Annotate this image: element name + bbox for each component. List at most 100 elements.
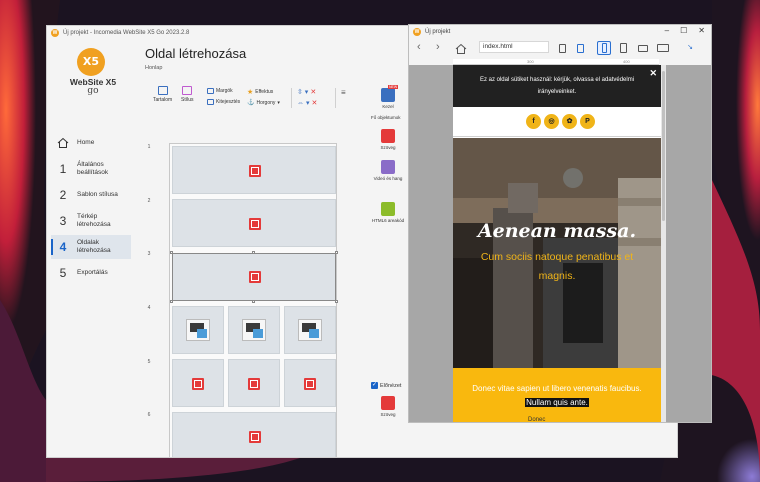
column-tools[interactable]: ⇔ ▾ ✕ (297, 99, 317, 107)
grid-cell[interactable] (284, 359, 336, 407)
grid-cell[interactable] (172, 412, 336, 457)
home-icon[interactable] (455, 43, 467, 55)
hero-section: Aenean massa. Cum sociis natoque penatib… (453, 138, 661, 368)
resize-handle[interactable] (335, 251, 338, 254)
tablet-view-icon[interactable] (635, 41, 649, 55)
grid-cell[interactable] (228, 359, 280, 407)
resize-handle[interactable] (252, 251, 255, 254)
scroll-thumb[interactable] (662, 71, 665, 221)
step-number: 3 (59, 214, 67, 228)
text-object-preview[interactable]: Szöveg (371, 396, 405, 417)
step-label: Térkép létrehozása (77, 213, 111, 228)
preview-scrollbar[interactable] (661, 65, 666, 422)
facebook-icon[interactable]: f (526, 114, 541, 129)
resize-arrows-icon[interactable]: ↘ (683, 41, 697, 55)
row-tools[interactable]: ⇳ ▾ ✕ (297, 88, 316, 96)
content-label: Tartalom (153, 97, 173, 103)
nav-step-5[interactable]: 5 Exportálás (51, 261, 131, 285)
edit-page-icon[interactable] (555, 41, 569, 55)
text-icon (248, 378, 260, 390)
step-number: 1 (59, 162, 67, 176)
manage-button[interactable]: NEW Kezel (371, 85, 405, 109)
video-object-icon (381, 160, 395, 174)
new-badge: NEW (388, 85, 399, 89)
instagram-icon[interactable]: ◎ (544, 114, 559, 129)
forward-arrow-icon[interactable]: › (436, 41, 440, 53)
nav-step-2[interactable]: 2 Sablon stílusa (51, 183, 131, 207)
step-label: Általános beállítások (77, 161, 109, 176)
html-object-label: HTML6 areakód (371, 218, 405, 223)
nav-step-1[interactable]: 1 Általános beállítások (51, 157, 131, 181)
close-icon[interactable]: ✕ (698, 26, 705, 35)
grid-cell[interactable] (172, 199, 336, 247)
text-object[interactable]: Szöveg (371, 129, 405, 150)
window-controls: – ☐ ✕ (665, 26, 705, 35)
step-label: Oldalak létrehozása (77, 239, 111, 254)
expand-icon (207, 99, 214, 105)
grid-cell[interactable] (172, 306, 224, 354)
checkmark-icon: ✓ (371, 382, 378, 389)
desktop-view-icon[interactable] (655, 41, 669, 55)
band-text: Donec vitae sapien ut libero venenatis f… (453, 382, 661, 410)
image-icon (186, 319, 210, 341)
cookie-close-icon[interactable]: ✕ (649, 68, 657, 79)
back-arrow-icon[interactable]: ‹ (417, 41, 421, 53)
preview-checkbox[interactable]: ✓ Előnézet (371, 382, 401, 389)
step-number: 4 (59, 240, 67, 254)
row-number: 5 (147, 359, 151, 365)
text-icon (249, 431, 261, 443)
cookie-text: Ez az oldal sütiket használ: kérjük, olv… (479, 77, 635, 95)
row-number: 2 (147, 198, 151, 204)
below-window-label: Donec (528, 417, 546, 423)
grid-cell[interactable] (172, 146, 336, 194)
image-icon (242, 319, 266, 341)
grid-cell[interactable] (284, 306, 336, 354)
phone-large-view-icon[interactable] (616, 41, 630, 55)
main-window-title: Új projekt - Incomedia WebSite X5 Go 202… (63, 30, 190, 36)
layout-button[interactable]: ≡ (341, 88, 346, 97)
app-icon: W (51, 29, 59, 37)
preview-window-title: Új projekt (425, 29, 451, 35)
maximize-icon[interactable]: ☐ (680, 26, 687, 35)
text-object-icon (381, 129, 395, 143)
resize-handle[interactable] (170, 300, 173, 303)
preview-window: W Új projekt – ☐ ✕ ‹ › index.html ↘ 300 … (408, 24, 712, 423)
edit-pencil-icon[interactable] (573, 41, 587, 55)
band-highlight: Nullam quis ante. (525, 398, 589, 407)
margins-button[interactable]: Margók (207, 88, 233, 94)
style-button[interactable]: Stílus (181, 86, 194, 103)
text-icon (249, 165, 261, 177)
anchor-button[interactable]: ⚓ Horgony ▾ (247, 99, 280, 107)
step-label: Exportálás (77, 269, 108, 276)
expand-button[interactable]: Kitejesztés (207, 99, 240, 105)
page-title: Oldal létrehozása (145, 46, 247, 61)
url-field[interactable]: index.html (479, 41, 549, 53)
phone-view-icon[interactable] (597, 41, 611, 55)
grid-cell[interactable] (228, 306, 280, 354)
minimize-icon[interactable]: – (665, 26, 669, 35)
flickr-icon[interactable]: ✿ (562, 114, 577, 129)
pinterest-icon[interactable]: P (580, 114, 595, 129)
expand-label: Kitejesztés (216, 99, 241, 105)
text-icon (249, 218, 261, 230)
row-number: 6 (147, 412, 151, 418)
grid-cell-selected[interactable] (170, 251, 338, 303)
text-object-icon (381, 396, 395, 410)
toolbar-divider (291, 88, 292, 108)
nav-step-4[interactable]: 4 Oldalak létrehozása (51, 235, 131, 259)
text-object-label: Szöveg (380, 412, 396, 417)
content-button[interactable]: Tartalom (153, 86, 172, 103)
grid-cell[interactable] (172, 359, 224, 407)
resize-handle[interactable] (252, 300, 255, 303)
editor-toolbar: Tartalom Stílus Margók Kitejesztés ★ Effe… (153, 86, 349, 110)
row-number: 1 (147, 144, 151, 150)
nav-step-3[interactable]: 3 Térkép létrehozása (51, 209, 131, 233)
nav-home[interactable]: Home (51, 131, 131, 155)
resize-handle[interactable] (335, 300, 338, 303)
html-object[interactable]: HTML6 areakód (371, 202, 405, 223)
step-nav: Home 1 Általános beállítások 2 Sablon st… (51, 131, 131, 287)
anchor-label: Horgony (256, 99, 276, 106)
video-object[interactable]: Videó és hang (371, 160, 405, 181)
resize-handle[interactable] (170, 251, 173, 254)
effects-button[interactable]: ★ Effektus (247, 88, 273, 96)
